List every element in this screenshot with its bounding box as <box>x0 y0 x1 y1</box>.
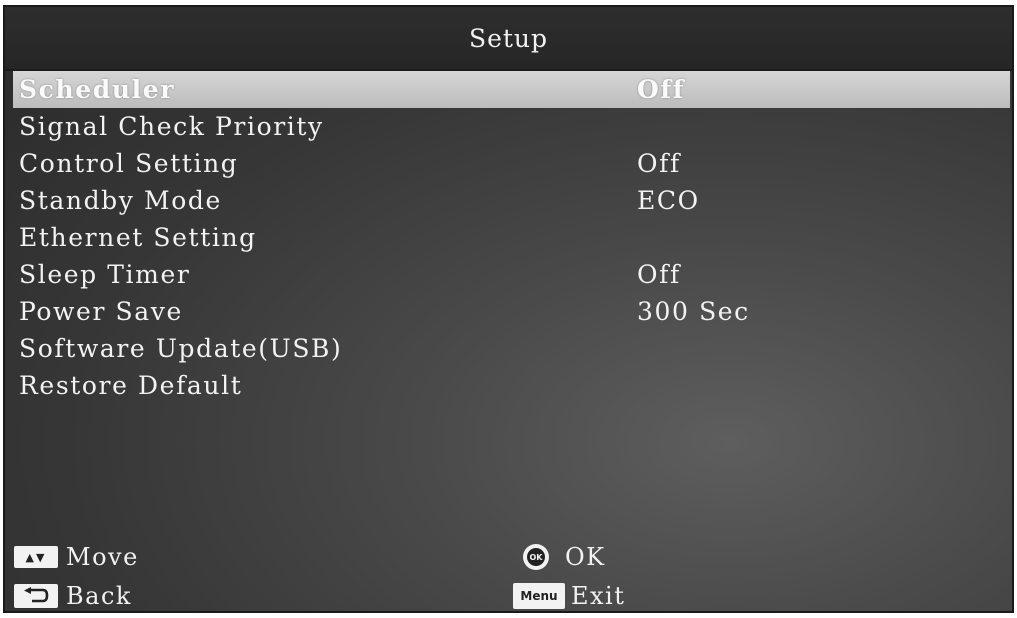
footer-move-hint: ▲▼ Move <box>14 543 139 571</box>
menu-item-control-setting[interactable]: Control Setting Off <box>13 145 1010 182</box>
menu-item-scheduler[interactable]: Scheduler Off <box>13 71 1010 108</box>
menu-item-signal-check-priority[interactable]: Signal Check Priority <box>13 108 1010 145</box>
footer-exit-hint: Menu Exit <box>513 582 625 610</box>
menu-item-value: Off <box>637 149 681 178</box>
footer-back-hint: Back <box>14 582 132 610</box>
title-bar: Setup <box>5 7 1012 71</box>
footer-ok-label: OK <box>565 543 606 571</box>
menu-key-icon: Menu <box>513 583 565 609</box>
return-arrow-icon <box>14 584 58 608</box>
setup-menu: Scheduler Off Signal Check Priority Cont… <box>13 71 1010 404</box>
menu-item-sleep-timer[interactable]: Sleep Timer Off <box>13 256 1010 293</box>
menu-item-value: 300 Sec <box>637 297 750 326</box>
menu-item-label: Restore Default <box>19 371 243 400</box>
menu-item-value: Off <box>637 260 681 289</box>
menu-item-label: Sleep Timer <box>19 260 191 289</box>
menu-item-label: Scheduler <box>19 75 175 104</box>
menu-item-standby-mode[interactable]: Standby Mode ECO <box>13 182 1010 219</box>
menu-item-label: Signal Check Priority <box>19 112 324 141</box>
menu-item-label: Power Save <box>19 297 183 326</box>
menu-item-software-update[interactable]: Software Update(USB) <box>13 330 1010 367</box>
menu-item-label: Software Update(USB) <box>19 334 343 363</box>
menu-item-label: Ethernet Setting <box>19 223 257 252</box>
osd-setup-screen: Setup Scheduler Off Signal Check Priorit… <box>3 5 1014 613</box>
footer-back-label: Back <box>66 582 132 610</box>
menu-item-restore-default[interactable]: Restore Default <box>13 367 1010 404</box>
footer-ok-hint: OK OK <box>523 543 606 571</box>
footer-move-label: Move <box>66 543 139 571</box>
menu-item-value: ECO <box>637 186 700 215</box>
footer-exit-label: Exit <box>571 582 626 610</box>
menu-item-value: Off <box>637 75 686 104</box>
page-title: Setup <box>468 23 549 53</box>
menu-item-ethernet-setting[interactable]: Ethernet Setting <box>13 219 1010 256</box>
menu-item-label: Standby Mode <box>19 186 222 215</box>
menu-item-power-save[interactable]: Power Save 300 Sec <box>13 293 1010 330</box>
menu-item-label: Control Setting <box>19 149 239 178</box>
up-down-arrows-icon: ▲▼ <box>14 546 58 568</box>
ok-circle-icon: OK <box>523 544 549 570</box>
